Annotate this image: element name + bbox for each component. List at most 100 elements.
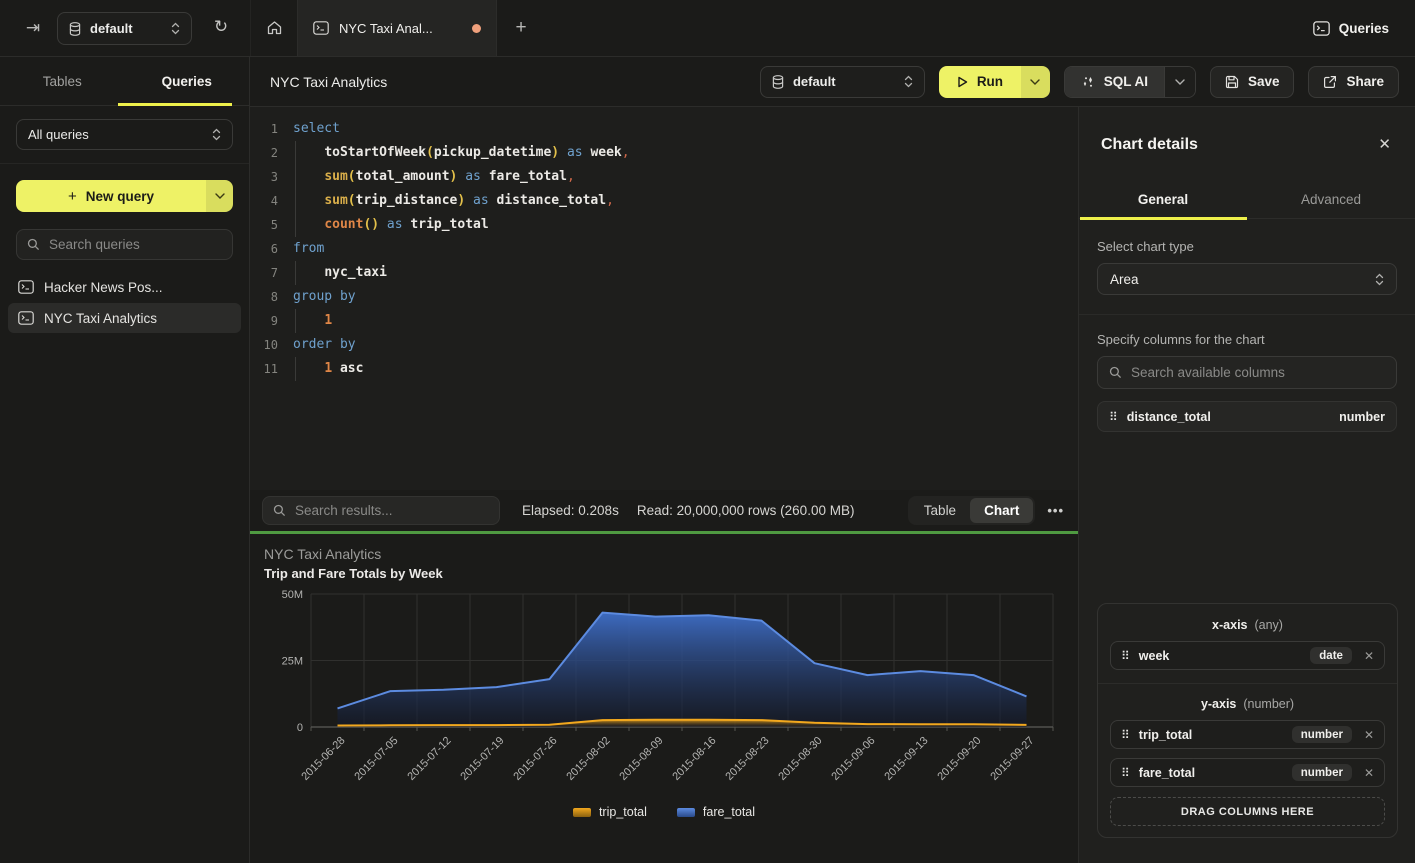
view-toggle-chart[interactable]: Chart (970, 498, 1033, 523)
query-icon (18, 280, 34, 294)
drag-handle-icon[interactable]: ⠿ (1121, 650, 1130, 662)
sql-ai-main[interactable]: SQL AI (1065, 67, 1164, 97)
tab-advanced[interactable]: Advanced (1247, 181, 1415, 218)
new-query-main[interactable]: + New query (16, 180, 206, 212)
editor-line[interactable]: 10 order by (250, 333, 1078, 357)
editor-line[interactable]: 2 toStartOfWeek(pickup_datetime) as week… (250, 141, 1078, 165)
queries-top-button[interactable]: Queries (1313, 13, 1389, 43)
save-label: Save (1248, 74, 1280, 89)
query-list-item-hacker-news[interactable]: Hacker News Pos... (8, 272, 241, 302)
search-queries-input[interactable]: Search queries (16, 229, 233, 260)
column-type-badge: number (1292, 764, 1352, 781)
y-axis-hint: (number) (1243, 697, 1294, 711)
legend-label: fare_total (703, 805, 755, 819)
editor-line[interactable]: 9 1 (250, 309, 1078, 333)
editor-line[interactable]: 7 nyc_taxi (250, 261, 1078, 285)
sidebar-divider (0, 163, 249, 164)
run-button[interactable]: Run (939, 66, 1050, 98)
available-column-distance-total[interactable]: ⠿ distance_total number (1097, 401, 1397, 432)
y-axis-column-fare-total[interactable]: ⠿ fare_total number ✕ (1110, 758, 1385, 787)
search-icon (1109, 366, 1122, 379)
x-axis-column-week[interactable]: ⠿ week date ✕ (1110, 641, 1385, 670)
save-icon (1225, 75, 1239, 89)
column-type-badge: number (1292, 726, 1352, 743)
remove-icon[interactable]: ✕ (1361, 649, 1374, 663)
svg-text:2015-09-20: 2015-09-20 (935, 735, 983, 783)
share-icon (1323, 75, 1337, 89)
query-filter-select[interactable]: All queries (16, 119, 233, 150)
editor-line[interactable]: 11 1 asc (250, 357, 1078, 381)
area-chart[interactable]: 025M50M2015-06-282015-07-052015-07-12201… (250, 584, 1078, 802)
remove-icon[interactable]: ✕ (1361, 728, 1374, 742)
sidebar: Tables Queries All queries + New query S… (0, 57, 250, 863)
y-axis-column-trip-total[interactable]: ⠿ trip_total number ✕ (1110, 720, 1385, 749)
new-query-dropdown[interactable] (206, 180, 233, 212)
chart-view: NYC Taxi Analytics Trip and Fare Totals … (250, 534, 1078, 863)
header-database-value: default (793, 74, 836, 89)
play-icon (957, 76, 968, 88)
editor-line[interactable]: 8group by (250, 285, 1078, 309)
tab-nyc-taxi-analytics[interactable]: NYC Taxi Anal... (297, 0, 497, 56)
new-query-button[interactable]: + New query (16, 180, 233, 212)
legend-item-fare-total[interactable]: fare_total (677, 805, 755, 819)
editor-line[interactable]: 4 sum(trip_distance) as distance_total, (250, 189, 1078, 213)
drop-zone[interactable]: DRAG COLUMNS HERE (1110, 797, 1385, 826)
refresh-icon[interactable]: ↻ (208, 14, 234, 40)
query-icon (1313, 21, 1330, 36)
topbar-database-selector[interactable]: default (57, 12, 192, 45)
svg-text:2015-07-12: 2015-07-12 (405, 735, 453, 783)
sql-ai-dropdown[interactable] (1164, 67, 1195, 97)
editor-line[interactable]: 1select (250, 117, 1078, 141)
database-icon (772, 75, 784, 89)
editor-line[interactable]: 5 count() as trip_total (250, 213, 1078, 237)
database-icon (69, 22, 81, 36)
code-text: sum(total_amount) as fare_total, (293, 165, 575, 189)
column-name: trip_total (1139, 728, 1192, 742)
sidebar-tab-tables[interactable]: Tables (0, 57, 125, 105)
tab-title: NYC Taxi Anal... (339, 21, 462, 36)
drag-handle-icon[interactable]: ⠿ (1121, 729, 1130, 741)
editor-line[interactable]: 3 sum(total_amount) as fare_total, (250, 165, 1078, 189)
run-main[interactable]: Run (939, 66, 1021, 98)
svg-text:2015-08-30: 2015-08-30 (776, 735, 824, 783)
search-results-input[interactable]: Search results... (262, 496, 500, 525)
home-tab-button[interactable] (250, 0, 297, 56)
remove-icon[interactable]: ✕ (1361, 766, 1374, 780)
x-axis-label: x-axis (1212, 618, 1247, 632)
drag-handle-icon[interactable]: ⠿ (1109, 411, 1118, 423)
svg-text:2015-09-13: 2015-09-13 (882, 735, 930, 783)
chart-type-select[interactable]: Area (1097, 263, 1397, 295)
svg-text:2015-08-23: 2015-08-23 (723, 735, 771, 783)
search-columns-input[interactable]: Search available columns (1097, 356, 1397, 389)
sidebar-tab-queries[interactable]: Queries (125, 57, 250, 105)
query-icon (18, 311, 34, 325)
sql-editor[interactable]: 1select2 toStartOfWeek(pickup_datetime) … (250, 107, 1078, 490)
sidebar-collapse-icon[interactable]: ⇥ (20, 15, 46, 41)
run-dropdown[interactable] (1021, 66, 1050, 98)
code-text: order by (293, 333, 356, 357)
query-list-item-nyc-taxi[interactable]: NYC Taxi Analytics (8, 303, 241, 333)
query-list: Hacker News Pos... NYC Taxi Analytics (0, 272, 249, 333)
sql-ai-button[interactable]: SQL AI (1064, 66, 1196, 98)
ellipsis-icon[interactable]: ••• (1047, 503, 1064, 518)
editor-line[interactable]: 6from (250, 237, 1078, 261)
tab-general[interactable]: General (1079, 181, 1247, 218)
view-toggle-table[interactable]: Table (910, 498, 970, 523)
search-queries-placeholder: Search queries (49, 237, 140, 252)
sql-ai-label: SQL AI (1104, 74, 1148, 89)
column-name: distance_total (1127, 410, 1211, 424)
panel-title: Chart details (1101, 136, 1198, 154)
header-database-selector[interactable]: default (760, 66, 925, 98)
unsaved-dot (472, 24, 481, 33)
legend-item-trip-total[interactable]: trip_total (573, 805, 647, 819)
share-button[interactable]: Share (1308, 66, 1399, 98)
close-icon[interactable]: ✕ (1378, 135, 1391, 153)
chevron-updown-icon (212, 128, 221, 141)
drag-handle-icon[interactable]: ⠿ (1121, 767, 1130, 779)
line-number: 10 (250, 333, 278, 357)
svg-text:2015-09-27: 2015-09-27 (988, 735, 1036, 783)
sparkle-icon (1081, 75, 1095, 89)
new-tab-button[interactable]: + (497, 0, 545, 56)
save-button[interactable]: Save (1210, 66, 1295, 98)
tab-strip: NYC Taxi Anal... + (250, 0, 545, 56)
